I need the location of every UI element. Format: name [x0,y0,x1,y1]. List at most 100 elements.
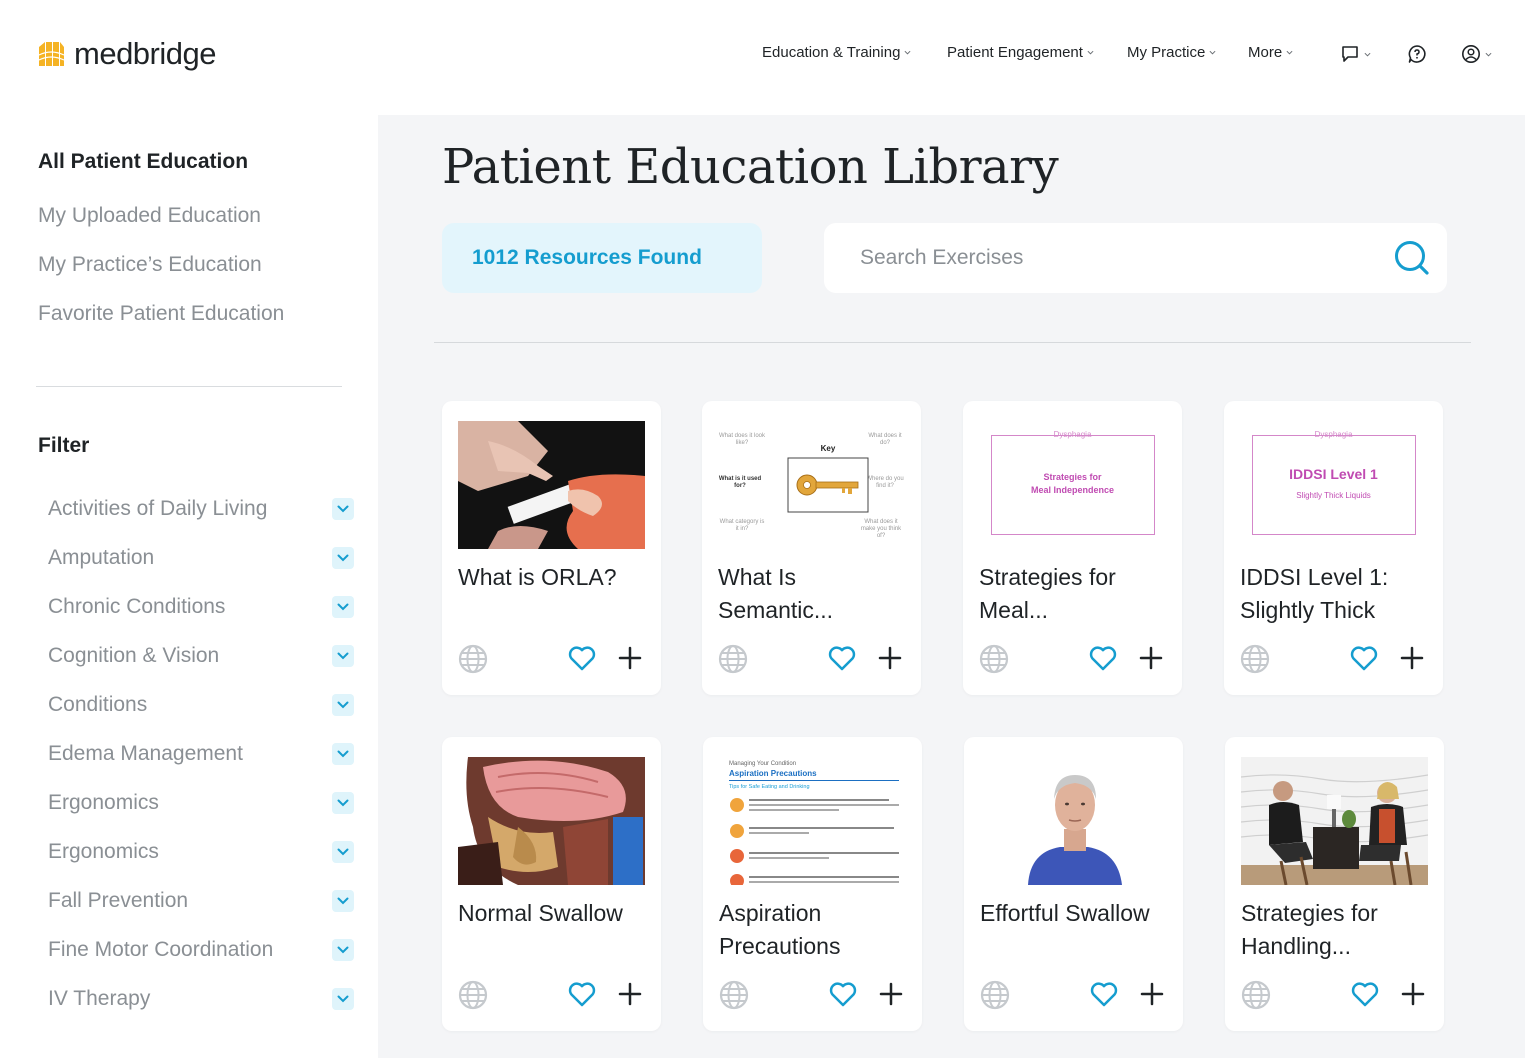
filter-expand-toggle[interactable] [332,792,354,814]
person-video-still [980,757,1167,885]
add-icon[interactable] [618,982,642,1006]
filter-ergonomics[interactable]: Ergonomics [48,837,354,867]
filter-ergonomics[interactable]: Ergonomics [48,788,354,818]
add-icon[interactable] [1140,982,1164,1006]
filter-amputation[interactable]: Amputation [48,543,354,573]
filter-conditions[interactable]: Conditions [48,690,354,720]
filter-label: Ergonomics [48,840,159,863]
nav-label: Education & Training [762,44,901,61]
education-card[interactable]: Dysphagia IDDSI Level 1 Slightly Thick L… [1224,401,1443,695]
chevron-down-icon [337,652,349,660]
sidebar-item-favorite-patient-education[interactable]: Favorite Patient Education [38,302,284,326]
filter-fine-motor-coordination[interactable]: Fine Motor Coordination [48,935,354,965]
card-thumbnail-conversation-photo [1241,757,1428,885]
heart-icon[interactable] [1089,980,1119,1008]
filter-iv-therapy[interactable]: IV Therapy [48,984,354,1014]
card-thumbnail-person-photo [980,757,1167,885]
chevron-down-icon [337,995,349,1003]
chevron-down-icon [337,848,349,856]
search-box [824,223,1447,293]
globe-icon [980,980,1010,1010]
chevron-down-icon [337,799,349,807]
content-divider [434,342,1471,343]
filter-chronic-conditions[interactable]: Chronic Conditions [48,592,354,622]
filter-expand-toggle[interactable] [332,841,354,863]
add-icon[interactable] [1139,646,1163,670]
filter-expand-toggle[interactable] [332,988,354,1010]
filter-expand-toggle[interactable] [332,547,354,569]
sidebar: All Patient Education My Uploaded Educat… [0,112,378,1058]
search-input[interactable] [860,246,1360,270]
heart-icon[interactable] [828,980,858,1008]
add-icon[interactable] [618,646,642,670]
heart-icon[interactable] [567,644,597,672]
account-menu-button[interactable] [1461,44,1492,64]
cover-line-1: IDDSI Level 1 [1289,466,1378,482]
filter-expand-toggle[interactable] [332,743,354,765]
add-icon[interactable] [879,982,903,1006]
heart-icon[interactable] [567,980,597,1008]
nav-more[interactable]: More [1248,44,1293,61]
add-icon[interactable] [878,646,902,670]
filter-expand-toggle[interactable] [332,939,354,961]
nav-patient-engagement[interactable]: Patient Engagement [947,44,1094,61]
add-icon[interactable] [1400,646,1424,670]
filter-expand-toggle[interactable] [332,645,354,667]
card-actions [1241,980,1428,1010]
cover-frame [1252,435,1416,535]
messages-menu-button[interactable] [1340,44,1371,64]
sidebar-item-all-patient-education[interactable]: All Patient Education [38,150,248,174]
globe-icon [718,644,748,674]
education-card[interactable]: Effortful Swallow [964,737,1183,1031]
filter-edema-management[interactable]: Edema Management [48,739,354,769]
education-card[interactable]: Normal Swallow [442,737,661,1031]
education-card[interactable]: What is ORLA? [442,401,661,695]
filter-title: Filter [38,434,90,457]
page-title: Patient Education Library [442,139,1059,195]
help-button[interactable] [1407,44,1427,64]
card-title: Aspiration Precautions [719,900,841,959]
card-title: Strategies for Meal... [979,564,1116,623]
handout-bullets [730,798,899,885]
filter-label: Conditions [48,693,148,716]
nav-label: More [1248,44,1283,61]
filter-cognition-vision[interactable]: Cognition & Vision [48,641,354,671]
card-title: Normal Swallow [458,900,623,926]
card-thumbnail-orla-photo [458,421,645,549]
education-card[interactable]: Dysphagia Strategies for Meal Independen… [963,401,1182,695]
filter-expand-toggle[interactable] [332,694,354,716]
filter-expand-toggle[interactable] [332,890,354,912]
conversation-video-still [1241,757,1428,885]
heart-icon[interactable] [1350,980,1380,1008]
card-thumbnail-handout: Managing Your Condition Aspiration Preca… [719,757,906,885]
filter-activities-of-daily-living[interactable]: Activities of Daily Living [48,494,354,524]
chevron-down-icon [337,897,349,905]
sidebar-item-my-practice-education[interactable]: My Practice’s Education [38,253,262,277]
search-icon[interactable] [1393,239,1431,277]
card-actions [458,644,645,674]
results-count-badge: 1012 Resources Found [442,223,762,293]
sidebar-item-my-uploaded-education[interactable]: My Uploaded Education [38,204,261,228]
education-card[interactable]: Strategies for Handling... [1225,737,1444,1031]
filter-expand-toggle[interactable] [332,596,354,618]
globe-icon [979,644,1009,674]
heart-icon[interactable] [827,644,857,672]
nav-my-practice[interactable]: My Practice [1127,44,1216,61]
filter-expand-toggle[interactable] [332,498,354,520]
filter-label: Chronic Conditions [48,595,226,618]
cover-line-2: Slightly Thick Liquids [1296,491,1371,500]
card-thumbnail-dysphagia-cover: Dysphagia IDDSI Level 1 Slightly Thick L… [1240,421,1427,549]
heart-icon[interactable] [1349,644,1379,672]
filter-fall-prevention[interactable]: Fall Prevention [48,886,354,916]
heart-icon[interactable] [1088,644,1118,672]
education-card[interactable]: What does it look like? What does it do?… [702,401,921,695]
nav-education-training[interactable]: Education & Training [762,44,911,61]
add-icon[interactable] [1401,982,1425,1006]
help-chat-icon [1408,45,1426,63]
card-actions [980,980,1167,1010]
chevron-down-icon [337,603,349,611]
card-title: IDDSI Level 1: Slightly Thick [1240,564,1389,623]
education-card[interactable]: Managing Your Condition Aspiration Preca… [703,737,922,1031]
main-nav: Education & Training Patient Engagement … [0,44,1525,66]
chevron-down-icon [337,750,349,758]
